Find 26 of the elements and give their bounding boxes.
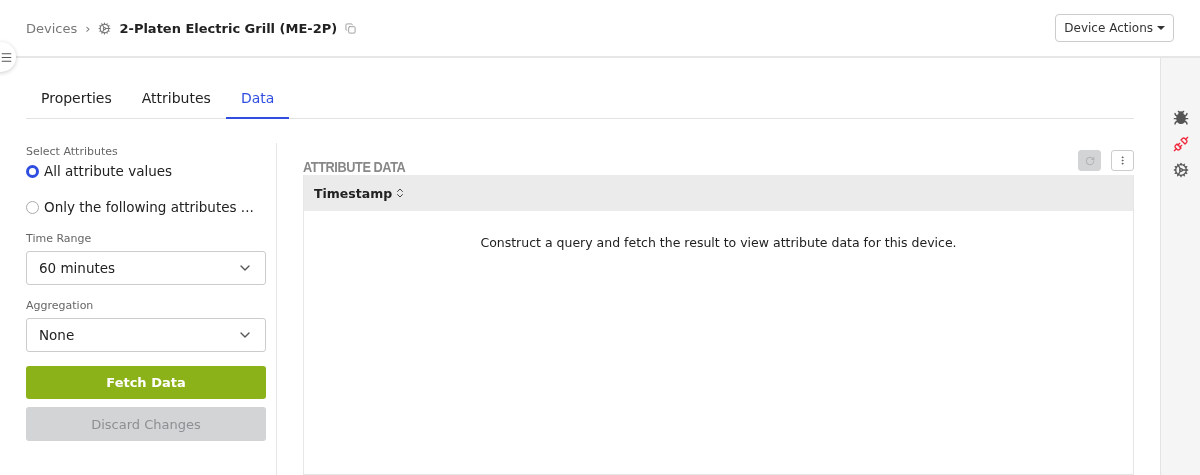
radio-button[interactable] xyxy=(26,164,39,178)
time-range-select[interactable]: 60 minutes xyxy=(26,251,266,285)
field-label: Time Range xyxy=(26,232,93,245)
radio-label: Only the following attributes ... xyxy=(44,199,254,215)
section-title: ATTRIBUTE DATA xyxy=(303,158,406,175)
tab[interactable]: Attributes xyxy=(126,82,226,119)
gear-icon xyxy=(98,21,112,35)
empty-message: Construct a query and fetch the result to view attribute data for this device. xyxy=(479,235,958,250)
device-title: 2-Platen Electric Grill (ME-2P) xyxy=(119,20,338,36)
refresh-icon xyxy=(1084,155,1095,166)
radio-label: All attribute values xyxy=(44,163,173,179)
tab[interactable]: Properties xyxy=(26,82,127,119)
bug-icon[interactable] xyxy=(1172,110,1189,126)
device-actions-button[interactable]: Device Actions xyxy=(1055,14,1174,42)
column-header[interactable]: Timestamp xyxy=(314,185,407,201)
aggregation-select[interactable]: None xyxy=(26,318,266,352)
breadcrumb-link[interactable]: Devices xyxy=(26,20,78,36)
menu-icon xyxy=(0,50,13,64)
breadcrumb-separator: › xyxy=(85,20,91,36)
copy-icon[interactable] xyxy=(345,22,357,34)
radio-button[interactable] xyxy=(26,200,39,214)
field-label: Aggregation xyxy=(26,299,95,312)
gear-icon[interactable] xyxy=(1172,162,1189,178)
field-label: Select Attributes xyxy=(26,145,119,158)
tab[interactable]: Data xyxy=(225,82,290,119)
unplug-icon[interactable] xyxy=(1172,136,1189,152)
